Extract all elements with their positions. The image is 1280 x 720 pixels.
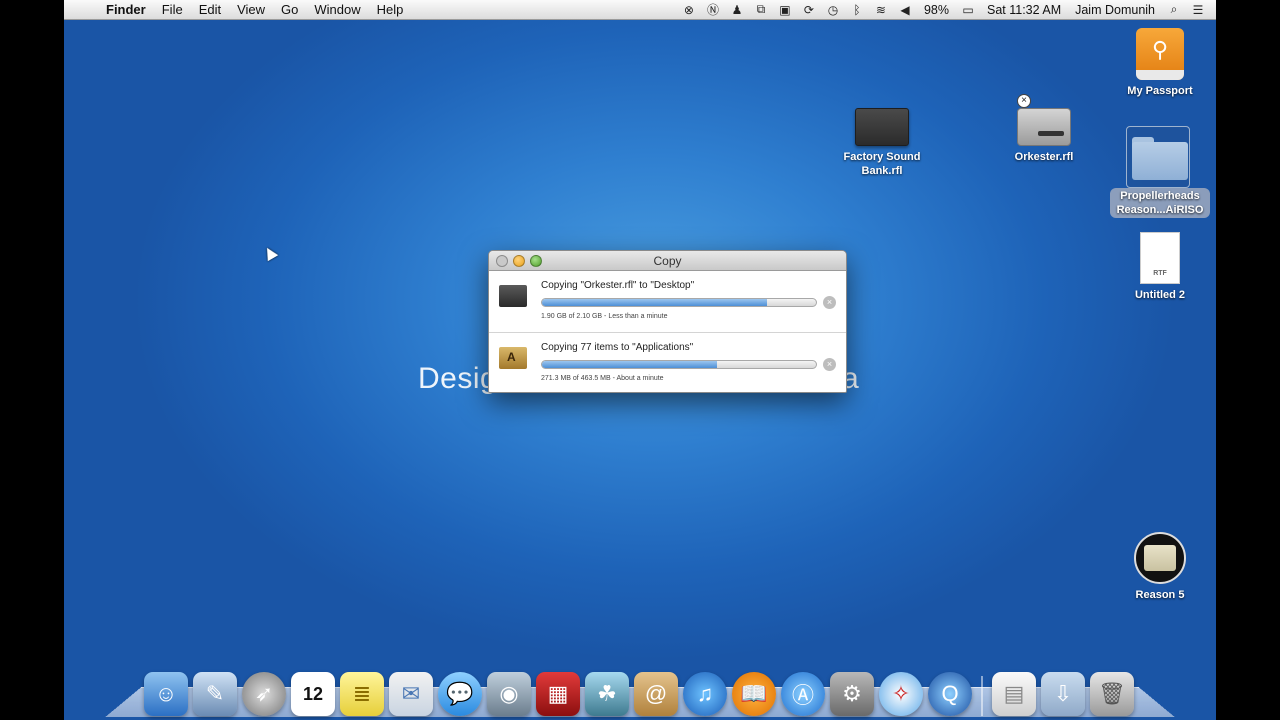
menu-window[interactable]: Window	[306, 0, 368, 20]
photo-booth-icon[interactable]: ▦	[536, 672, 580, 716]
disk-image-icon	[855, 108, 909, 146]
copy-job-status: 1.90 GB of 2.10 GB - Less than a minute	[541, 313, 668, 320]
wallpaper-text-left: Desig	[418, 362, 498, 395]
mail-icon[interactable]: ✉	[389, 672, 433, 716]
desktop-item-my-passport[interactable]: ⚲ My Passport	[1105, 28, 1215, 98]
external-drive-icon: ⚲	[1136, 28, 1184, 80]
status-record-icon[interactable]: ⊗	[677, 3, 701, 17]
mounted-disk-icon	[1017, 108, 1071, 146]
safari-icon[interactable]: ✧	[879, 672, 923, 716]
launchpad-icon[interactable]: ➶	[242, 672, 286, 716]
desktop-item-reason-5[interactable]: Reason 5	[1105, 532, 1215, 602]
desktop-item-label: Reason 5	[1135, 589, 1185, 601]
preview-icon[interactable]: ✎	[193, 672, 237, 716]
reason-app-icon	[1134, 532, 1186, 584]
spotlight-search-icon[interactable]: ⌕	[1162, 2, 1186, 17]
status-sync-icon[interactable]: ⟳	[797, 3, 821, 17]
system-preferences-icon[interactable]: ⚙	[830, 672, 874, 716]
wifi-icon[interactable]: ≋	[869, 3, 893, 17]
menu-finder[interactable]: Finder	[98, 0, 154, 20]
dock: ☺ ✎ ➶ 12 ≣ ✉ 💬 ◉ ▦ ☘ @ ♫ 📖 Ⓐ ⚙ ✧ Q ▤ ⇩ 🗑	[144, 660, 1134, 716]
status-user-icon[interactable]: ♟	[725, 3, 749, 17]
desktop-item-label: Orkester.rfl	[1014, 151, 1074, 163]
status-drive-icon[interactable]: ▣	[773, 3, 797, 17]
desktop: Finder File Edit View Go Window Help ⊗ Ⓝ…	[64, 0, 1216, 720]
eject-icon[interactable]: ×	[1017, 94, 1031, 108]
status-time-machine-icon[interactable]: ◷	[821, 3, 845, 17]
desktop-item-label: Factory Sound Bank.rfl	[843, 151, 921, 177]
zoom-button[interactable]	[530, 255, 542, 267]
folder-icon	[1126, 126, 1190, 188]
applications-folder-icon	[499, 347, 527, 369]
copy-job-title: Copying "Orkester.rfl" to "Desktop"	[541, 280, 695, 291]
close-button[interactable]	[496, 255, 508, 267]
window-title: Copy	[653, 254, 682, 268]
menubar: Finder File Edit View Go Window Help ⊗ Ⓝ…	[64, 0, 1216, 20]
desktop-item-untitled-2[interactable]: RTF Untitled 2	[1105, 232, 1215, 302]
facetime-icon[interactable]: ◉	[487, 672, 531, 716]
progress-bar	[541, 298, 817, 307]
app-store-icon[interactable]: Ⓐ	[781, 672, 825, 716]
quicktime-icon[interactable]: Q	[928, 672, 972, 716]
messages-icon[interactable]: 💬	[438, 672, 482, 716]
bluetooth-icon[interactable]: ᛒ	[845, 3, 869, 17]
stop-copy-button[interactable]: ×	[823, 296, 836, 309]
mouse-pointer-icon	[261, 244, 279, 262]
desktop-item-label: Untitled 2	[1134, 289, 1186, 301]
calendar-icon[interactable]: 12	[291, 672, 335, 716]
desktop-item-label: My Passport	[1127, 85, 1193, 97]
desktop-item-orkester[interactable]: Orkester.rfl	[989, 108, 1099, 164]
menu-file[interactable]: File	[154, 0, 191, 20]
document-icon: RTF	[1140, 232, 1180, 284]
menubar-user[interactable]: Jaim Domunih	[1068, 3, 1162, 17]
documents-stack-icon[interactable]: ▤	[992, 672, 1036, 716]
copy-job-title: Copying 77 items to "Applications"	[541, 342, 694, 353]
contacts-icon[interactable]: @	[634, 672, 678, 716]
stop-copy-button[interactable]: ×	[823, 358, 836, 371]
battery-percent[interactable]: 98%	[917, 3, 956, 17]
copy-progress-window: Copy Copying "Orkester.rfl" to "Desktop"…	[488, 250, 847, 393]
notification-center-icon[interactable]: ☰	[1186, 3, 1210, 17]
menubar-clock[interactable]: Sat 11:32 AM	[980, 3, 1068, 17]
battery-icon[interactable]: ▭	[956, 3, 980, 17]
finder-icon[interactable]: ☺	[144, 672, 188, 716]
menu-help[interactable]: Help	[369, 0, 412, 20]
copy-job-row: Copying "Orkester.rfl" to "Desktop" × 1.…	[489, 271, 846, 332]
volume-icon[interactable]: ◀	[893, 3, 917, 17]
progress-bar	[541, 360, 817, 369]
menu-go[interactable]: Go	[273, 0, 306, 20]
window-titlebar[interactable]: Copy	[489, 251, 846, 271]
menu-edit[interactable]: Edit	[191, 0, 229, 20]
desktop-item-propellerheads-folder[interactable]: Propellerheads Reason...AiRISO	[1105, 126, 1215, 218]
copy-job-row: Copying 77 items to "Applications" × 271…	[489, 332, 846, 392]
ibooks-icon[interactable]: 📖	[732, 672, 776, 716]
menu-view[interactable]: View	[229, 0, 273, 20]
downloads-folder-icon[interactable]: ⇩	[1041, 672, 1085, 716]
doc-file-tag: RTF	[1153, 270, 1167, 277]
minimize-button[interactable]	[513, 255, 525, 267]
disk-image-icon	[499, 285, 527, 307]
desktop-item-factory-sound-bank[interactable]: Factory Sound Bank.rfl	[827, 108, 937, 178]
status-n-icon[interactable]: Ⓝ	[701, 1, 725, 18]
trash-icon[interactable]: 🗑	[1090, 672, 1134, 716]
status-window-icon[interactable]: ⧉	[749, 2, 773, 17]
desktop-item-label: Propellerheads Reason...AiRISO	[1110, 188, 1210, 218]
copy-job-status: 271.3 MB of 463.5 MB - About a minute	[541, 375, 664, 382]
iphoto-icon[interactable]: ☘	[585, 672, 629, 716]
dock-separator	[981, 676, 983, 716]
itunes-icon[interactable]: ♫	[683, 672, 727, 716]
notes-icon[interactable]: ≣	[340, 672, 384, 716]
